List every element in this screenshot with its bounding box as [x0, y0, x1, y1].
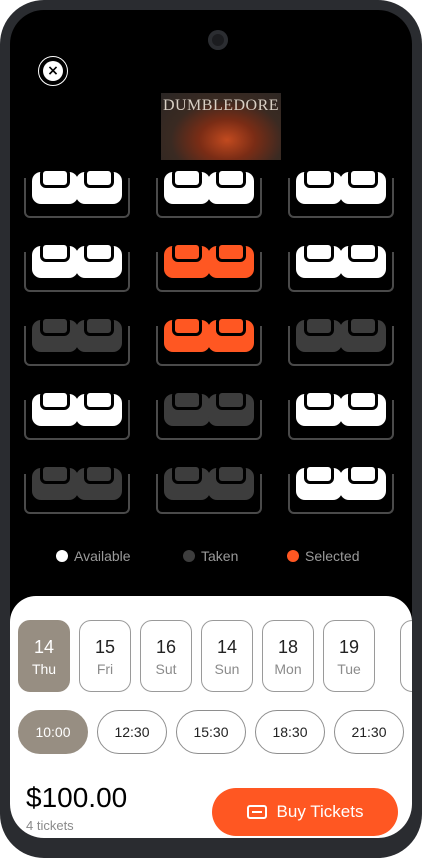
seat-available[interactable] [296, 390, 342, 426]
date-option[interactable]: 14 Sun [201, 620, 253, 692]
legend-dot [183, 550, 195, 562]
seat-pair[interactable] [156, 316, 262, 366]
seat-available[interactable] [340, 390, 386, 426]
time-option[interactable]: 18:30 [255, 710, 325, 754]
seat-taken [164, 464, 210, 500]
ticket-count: 4 tickets [26, 818, 74, 833]
seat-pair [24, 316, 130, 366]
seat-available[interactable] [32, 168, 78, 204]
seat-taken [76, 316, 122, 352]
booking-sheet: 14 Thu 15 Fri 16 Sut 14 Sun 18 Mon 19 Tue 10:00 12:3… [10, 596, 412, 838]
seat-pair[interactable] [288, 464, 394, 514]
time-option[interactable]: 15:30 [176, 710, 246, 754]
seat-pair[interactable] [24, 242, 130, 292]
seat-taken [208, 390, 254, 426]
legend-label: Available [74, 548, 131, 564]
seat-selected[interactable] [208, 316, 254, 352]
seat-available[interactable] [296, 464, 342, 500]
seat-pair[interactable] [288, 242, 394, 292]
seat-pair[interactable] [288, 390, 394, 440]
seat-available[interactable] [76, 390, 122, 426]
seat-available[interactable] [340, 168, 386, 204]
seat-pair [288, 316, 394, 366]
date-number: 14 [216, 637, 238, 657]
legend-dot [287, 550, 299, 562]
seat-legend: Available Taken Selected [10, 548, 412, 568]
date-weekday: Sut [155, 661, 177, 677]
legend-item: Available [56, 548, 131, 564]
seat-available[interactable] [296, 168, 342, 204]
date-number: 19 [338, 637, 360, 657]
date-number: 16 [155, 637, 177, 657]
seat-taken [32, 316, 78, 352]
legend-item: Selected [287, 548, 359, 564]
seat-taken [164, 390, 210, 426]
date-option[interactable]: 19 Tue [323, 620, 375, 692]
seat-available[interactable] [32, 242, 78, 278]
seat-selected[interactable] [208, 242, 254, 278]
seat-taken [340, 316, 386, 352]
time-option[interactable]: 12:30 [97, 710, 167, 754]
credit-card-icon [246, 805, 267, 819]
date-weekday: Thu [31, 661, 57, 677]
seat-available[interactable] [208, 168, 254, 204]
seat-selected[interactable] [164, 242, 210, 278]
date-option-partial[interactable] [400, 620, 412, 692]
buy-tickets-button[interactable]: Buy Tickets [212, 788, 398, 836]
seat-available[interactable] [296, 242, 342, 278]
poster-title: DUMBLEDORE [162, 97, 280, 114]
time-option[interactable]: 10:00 [18, 710, 88, 754]
seat-pair[interactable] [288, 168, 394, 218]
seat-taken [76, 464, 122, 500]
seat-available[interactable] [76, 168, 122, 204]
phone-frame: × DUMBLEDORE Available Taken Selected 14 Th… [0, 0, 422, 858]
date-number: 15 [94, 637, 116, 657]
date-option[interactable]: 16 Sut [140, 620, 192, 692]
close-icon: × [43, 61, 63, 81]
date-option[interactable]: 18 Mon [262, 620, 314, 692]
seat-available[interactable] [32, 390, 78, 426]
date-option[interactable]: 15 Fri [79, 620, 131, 692]
date-weekday: Mon [274, 661, 302, 677]
seat-pair [156, 464, 262, 514]
seat-taken [296, 316, 342, 352]
seat-pair[interactable] [24, 390, 130, 440]
time-option[interactable]: 21:30 [334, 710, 404, 754]
legend-label: Selected [305, 548, 360, 564]
seat-pair [156, 390, 262, 440]
seat-pair[interactable] [24, 168, 130, 218]
date-option[interactable]: 14 Thu [18, 620, 70, 692]
seat-available[interactable] [76, 242, 122, 278]
front-camera [208, 30, 228, 50]
seat-taken [208, 464, 254, 500]
date-weekday: Sun [214, 661, 240, 677]
seat-available[interactable] [340, 242, 386, 278]
legend-label: Taken [201, 548, 239, 564]
seat-pair[interactable] [156, 242, 262, 292]
date-number: 18 [277, 637, 299, 657]
seat-taken [32, 464, 78, 500]
seat-available[interactable] [164, 168, 210, 204]
movie-poster: DUMBLEDORE [161, 93, 281, 160]
app-screen: × DUMBLEDORE Available Taken Selected 14 Th… [10, 10, 412, 838]
date-number: 14 [33, 637, 55, 657]
date-weekday: Tue [337, 661, 361, 677]
total-price: $100.00 [26, 782, 128, 813]
legend-item: Taken [183, 548, 238, 564]
seat-available[interactable] [340, 464, 386, 500]
seat-selected[interactable] [164, 316, 210, 352]
buy-tickets-label: Buy Tickets [276, 802, 364, 821]
seat-pair[interactable] [156, 168, 262, 218]
date-weekday: Fri [96, 661, 114, 677]
close-button[interactable]: × [38, 56, 68, 86]
seat-pair [24, 464, 130, 514]
legend-dot [56, 550, 68, 562]
